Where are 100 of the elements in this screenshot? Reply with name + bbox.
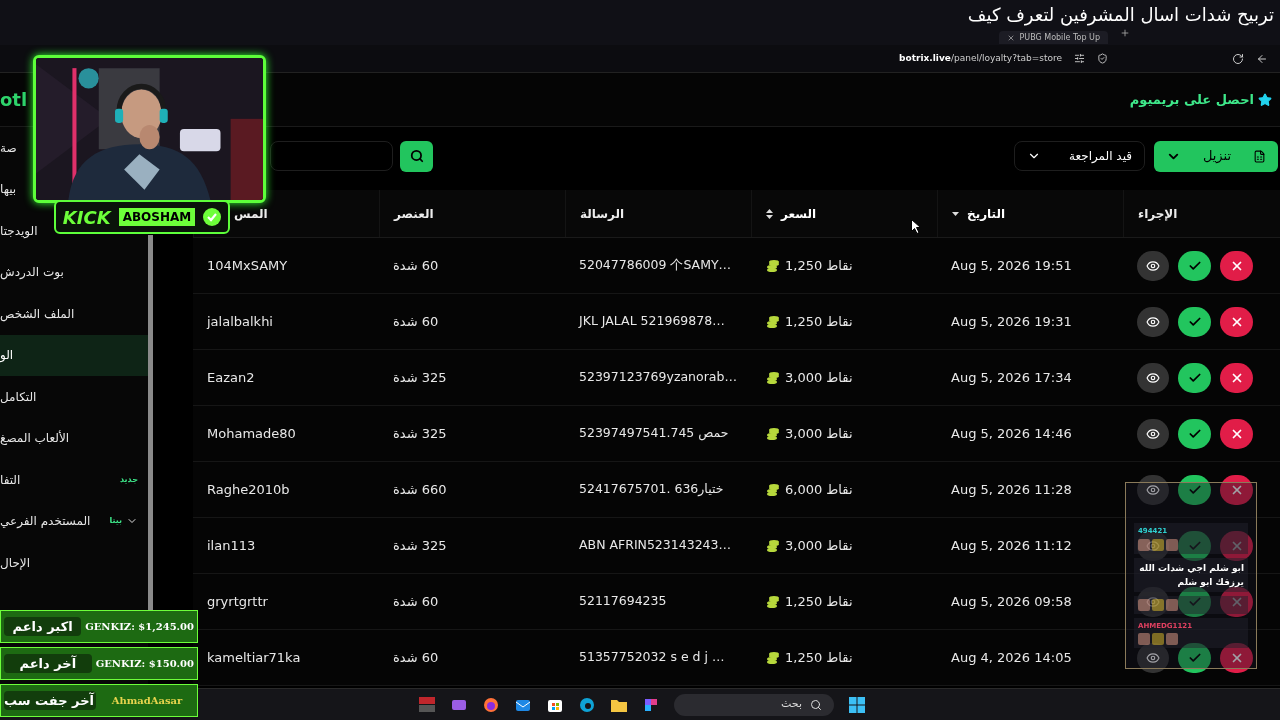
reject-button[interactable]	[1220, 418, 1253, 449]
spreadsheet-icon	[1253, 149, 1266, 163]
table-cell-text: 60 شدة	[392, 648, 440, 667]
star-icon	[1258, 92, 1272, 107]
table-cell-text: jalalbalkhi	[205, 312, 274, 331]
scrollbar-thumb[interactable]	[148, 235, 153, 610]
table-cell-text: 52117694235	[578, 592, 668, 611]
table-cell: نقاط 6,000	[751, 462, 937, 517]
new-tab-icon[interactable]	[1120, 28, 1130, 38]
approve-button[interactable]	[1178, 250, 1211, 281]
reject-button[interactable]	[1220, 250, 1253, 281]
eye-icon	[1146, 370, 1160, 385]
view-button[interactable]	[1137, 474, 1169, 505]
chat-message: ابو شلم اجي شدات الله يرزقك ابو شلم	[1134, 557, 1248, 592]
search-field[interactable]	[270, 141, 393, 171]
coins-icon	[766, 315, 780, 328]
approve-button[interactable]	[1178, 530, 1211, 561]
eye-icon	[1146, 426, 1160, 441]
column-header: الإجراء	[1123, 190, 1280, 237]
view-button[interactable]	[1137, 642, 1169, 673]
reject-button[interactable]	[1220, 306, 1253, 337]
table-cell-text: Aug 5, 2026 19:51	[950, 256, 1073, 275]
sidebar-item[interactable]: الويدجتا	[0, 210, 38, 252]
browser-icon[interactable]	[482, 695, 500, 714]
back-icon[interactable]	[1256, 52, 1268, 65]
reject-button[interactable]	[1220, 474, 1253, 505]
reload-icon[interactable]	[1232, 52, 1244, 65]
logo[interactable]: otl	[0, 86, 28, 113]
sidebar-item[interactable]: بيها	[0, 168, 17, 210]
verified-icon	[203, 208, 222, 226]
eye-icon	[1146, 594, 1160, 609]
approve-button[interactable]	[1178, 474, 1211, 505]
table-cell-text: JKL JALAL 521969878…	[577, 312, 726, 331]
table-cell: نقاط 1,250	[751, 238, 937, 293]
sidebar-item[interactable]: بوت الدردش	[0, 251, 64, 293]
search-icon	[409, 149, 424, 163]
table-cell: نقاط 3,000	[751, 518, 937, 573]
close-icon[interactable]	[1007, 33, 1016, 42]
eye-icon	[1146, 258, 1160, 273]
table-cell-text: 51357752032 s e d j …	[578, 648, 726, 667]
browser-tab[interactable]: PUBG Mobile Top Up	[999, 31, 1108, 44]
mouse-cursor-icon	[911, 219, 921, 234]
sidebar-item[interactable]: المستخدم الفرعي بيتا	[0, 500, 148, 542]
sidebar-item[interactable]: صة	[0, 127, 17, 169]
approve-button[interactable]	[1178, 586, 1211, 617]
stream-title: تربيح شدات اسال المشرفين لتعرف كيف	[966, 3, 1275, 27]
table-cell-text: Raghe2010b	[206, 480, 291, 499]
status-label: بيتا	[109, 515, 122, 528]
reject-button[interactable]	[1220, 642, 1253, 673]
table-cell: نقاط 1,250	[751, 574, 937, 629]
coins-icon	[766, 483, 780, 496]
table-cell-text: Aug 5, 2026 17:34	[950, 368, 1073, 387]
coins-icon	[766, 539, 780, 552]
premium-link[interactable]: احصل على بريميوم	[1129, 89, 1280, 110]
site-settings-icon[interactable]	[1074, 53, 1085, 64]
status-label: جديد	[120, 473, 138, 486]
taskbar-search-field[interactable]: بحث	[674, 693, 834, 716]
table-cell-text: ABN AFRIN523143243…	[578, 536, 732, 555]
table-cell-text: Aug 4, 2026 14:05	[950, 648, 1073, 667]
url-field[interactable]: botrix.live/panel/loyalty?tab=store	[899, 51, 1062, 66]
table-cell-text: Aug 5, 2026 11:12	[950, 536, 1073, 555]
approve-button[interactable]	[1178, 642, 1211, 673]
download-button[interactable]: تنزيل	[1154, 140, 1278, 172]
status-dropdown[interactable]: قيد المراجعة	[1014, 141, 1145, 171]
sidebar-item[interactable]: الو	[0, 334, 148, 376]
view-button[interactable]	[1137, 362, 1169, 393]
coins-icon	[766, 651, 780, 664]
table-cell-text: Mohamade80	[206, 424, 297, 443]
approve-button[interactable]	[1178, 306, 1211, 337]
view-button[interactable]	[1137, 306, 1169, 337]
shield-icon[interactable]	[1097, 53, 1108, 64]
eye-icon	[1146, 650, 1160, 665]
sidebar-item[interactable]: الملف الشخص	[0, 293, 75, 335]
windows-icon[interactable]	[848, 695, 866, 714]
sidebar-item[interactable]: الإحال	[0, 542, 30, 584]
table-cell-text: 52047786009 个SAMY…	[578, 256, 733, 275]
table-cell-text: 325 شدة	[392, 368, 448, 387]
table-cell-text: 325 شدة	[392, 536, 448, 555]
table-cell-text: Aug 5, 2026 09:58	[950, 592, 1073, 611]
table-cell-text: 660 شدة	[392, 480, 448, 499]
approve-button[interactable]	[1178, 362, 1211, 393]
eye-icon	[1146, 538, 1160, 553]
column-header[interactable]: التاريخ	[937, 190, 1123, 237]
sidebar-item[interactable]: التفا جديد	[0, 459, 148, 501]
table-cell-text: gryrtgrttr	[206, 592, 269, 611]
table-cell: نقاط 3,000	[751, 406, 937, 461]
reject-button[interactable]	[1220, 362, 1253, 393]
table-cell-text: kameltiar71ka	[206, 648, 302, 667]
sidebar-item[interactable]: الألعاب المصغ	[0, 417, 70, 459]
table-cell-text: 60 شدة	[392, 592, 440, 611]
approve-button[interactable]	[1178, 418, 1211, 449]
browser-icon[interactable]	[578, 695, 596, 714]
coins-icon	[766, 259, 780, 272]
sidebar-item[interactable]: التكامل	[0, 376, 37, 418]
view-button[interactable]	[1137, 250, 1169, 281]
table-cell-text: 325 شدة	[392, 424, 448, 443]
view-button[interactable]	[1137, 418, 1169, 449]
table-cell-text: 52417675701. ختيار636	[578, 480, 725, 499]
search-button[interactable]	[400, 140, 433, 172]
coins-icon	[766, 595, 780, 608]
